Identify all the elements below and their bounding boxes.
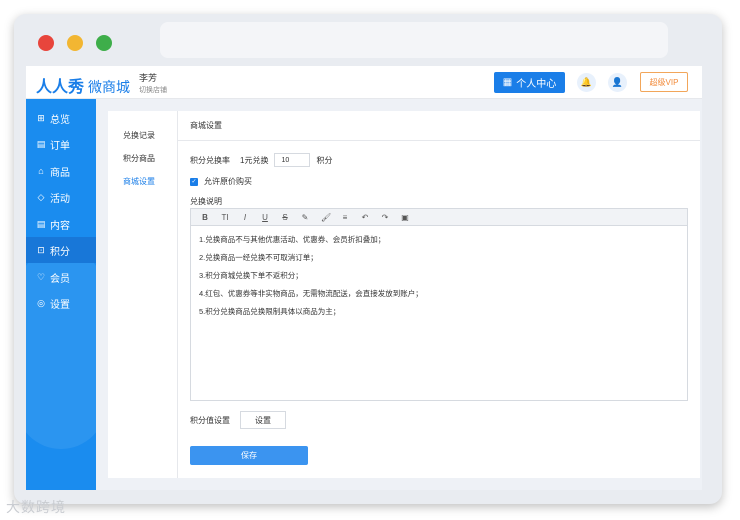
switch-store-link[interactable]: 切换店铺: [139, 85, 167, 95]
allow-original-price-row[interactable]: ✓ 允许原价购买: [190, 176, 252, 187]
top-bar: 人人秀 微商城 李芳 切换店铺 ▦ 个人中心 🔔 👤 超级VIP: [26, 66, 702, 99]
address-bar[interactable]: [160, 22, 668, 58]
title-bar: [14, 14, 722, 64]
sub-navigation: 兑换记录 积分商品 商城设置: [108, 111, 178, 478]
description-line: 5.积分兑换商品兑换限制具体以商品为主；: [199, 307, 341, 316]
sidebar-item-label: 内容: [50, 220, 70, 232]
personal-center-button[interactable]: ▦ 个人中心: [494, 72, 565, 93]
content-icon: ▤: [36, 218, 46, 229]
redo-icon[interactable]: ↷: [381, 213, 389, 222]
description-line: 4.红包、优惠券等非实物商品，无需物流配送，会直接发放到账户；: [199, 289, 423, 298]
points-icon: ⊡: [37, 244, 45, 255]
allow-original-price-label: 允许原价购买: [204, 177, 252, 186]
tag-icon: ◇: [37, 191, 45, 202]
sidebar-item-points[interactable]: ⊡ 积分: [26, 237, 96, 263]
user-info: 李芳 切换店铺: [139, 71, 167, 95]
sidebar-item-label: 订单: [50, 140, 70, 152]
minimize-window-button[interactable]: [67, 35, 83, 51]
divider: [178, 140, 700, 141]
highlight-icon[interactable]: ✎: [301, 213, 309, 222]
sidebar-item-orders[interactable]: ▤ 订单: [26, 131, 96, 157]
user-icon[interactable]: 👤: [608, 73, 627, 92]
points-value-label: 积分值设置: [190, 415, 230, 425]
close-window-button[interactable]: [38, 35, 54, 51]
italic-icon[interactable]: I: [241, 213, 249, 222]
exchange-rate-prefix: 1元兑换: [240, 155, 269, 165]
exchange-rate-label: 积分兑换率: [190, 155, 230, 165]
undo-icon[interactable]: ↶: [361, 213, 369, 222]
logo: 人人秀 微商城: [36, 73, 130, 97]
description-line: 1.兑换商品不与其他优惠活动、优惠券、会员折扣叠加；: [199, 235, 386, 244]
editor-body[interactable]: 1.兑换商品不与其他优惠活动、优惠券、会员折扣叠加； 2.兑换商品一经兑换不可取…: [199, 231, 423, 321]
sidebar-item-activities[interactable]: ◇ 活动: [26, 184, 96, 210]
sidebar-item-label: 设置: [50, 299, 70, 311]
exchange-rate-row: 积分兑换率 1元兑换 10 积分: [190, 153, 332, 167]
main-content: 兑换记录 积分商品 商城设置 商城设置 积分兑换率 1元兑换 10 积分 ✓ 允…: [96, 99, 702, 490]
font-size-icon[interactable]: TI: [221, 213, 229, 222]
sidebar-item-settings[interactable]: ◎ 设置: [26, 290, 96, 316]
store-icon: ▦: [502, 77, 513, 88]
brush-icon[interactable]: 🖌: [321, 213, 331, 222]
description-line: 2.兑换商品一经兑换不可取消订单；: [199, 253, 318, 262]
vip-button[interactable]: 超级VIP: [640, 72, 688, 92]
bell-icon[interactable]: 🔔: [577, 73, 596, 92]
sidebar-item-products[interactable]: ⌂ 商品: [26, 158, 96, 184]
exchange-rate-unit: 积分: [316, 155, 333, 165]
align-icon[interactable]: ≡: [341, 213, 349, 222]
bag-icon: ⌂: [38, 166, 44, 176]
user-name: 李芳: [139, 73, 158, 83]
sidebar-item-label: 积分: [50, 246, 70, 258]
points-value-set-button[interactable]: 设置: [240, 411, 286, 429]
sidebar-item-content[interactable]: ▤ 内容: [26, 211, 96, 237]
logo-text: 人人秀: [36, 79, 85, 96]
order-icon: ▤: [36, 138, 46, 149]
sidebar-item-label: 会员: [50, 273, 70, 285]
watermark: 大数跨境: [6, 499, 66, 515]
exchange-rate-input[interactable]: 10: [274, 153, 311, 167]
image-icon[interactable]: ▣: [401, 213, 409, 222]
sidebar: ⊞ 总览 ▤ 订单 ⌂ 商品 ◇ 活动 ▤ 内容 ⊡ 积分 ♡ 会员 ◎ 设置: [26, 99, 96, 490]
personal-center-label: 个人中心: [516, 79, 557, 90]
rich-text-editor[interactable]: B TI I U S ✎ 🖌 ≡ ↶ ↷ ▣ 1.兑换商品不与其他优惠活动、优惠…: [190, 208, 688, 401]
member-icon: ♡: [36, 271, 46, 282]
subnav-item-points-products[interactable]: 积分商品: [108, 153, 178, 164]
strikethrough-icon[interactable]: S: [281, 213, 289, 222]
description-label: 兑换说明: [190, 197, 222, 206]
bold-icon[interactable]: B: [201, 213, 209, 222]
sidebar-item-label: 商品: [50, 167, 70, 179]
browser-window: 人人秀 微商城 李芳 切换店铺 ▦ 个人中心 🔔 👤 超级VIP ⊞ 总览 ▤ 订单: [14, 14, 722, 504]
sidebar-item-label: 活动: [50, 193, 70, 205]
allow-original-price-checkbox[interactable]: ✓: [190, 177, 198, 186]
settings-icon: ◎: [37, 297, 45, 308]
sidebar-item-members[interactable]: ♡ 会员: [26, 264, 96, 290]
subnav-item-exchange-records[interactable]: 兑换记录: [108, 130, 178, 141]
app-container: 人人秀 微商城 李芳 切换店铺 ▦ 个人中心 🔔 👤 超级VIP ⊞ 总览 ▤ 订单: [26, 66, 702, 490]
editor-toolbar: B TI I U S ✎ 🖌 ≡ ↶ ↷ ▣: [191, 209, 687, 226]
points-value-row: 积分值设置 设置: [190, 411, 286, 429]
subnav-item-mall-settings[interactable]: 商城设置: [108, 176, 178, 187]
save-button[interactable]: 保存: [190, 446, 308, 465]
panel-title: 商城设置: [190, 121, 222, 130]
description-line: 3.积分商城兑换下单不返积分；: [199, 271, 303, 280]
logo-subtext: 微商城: [88, 79, 131, 95]
underline-icon[interactable]: U: [261, 213, 269, 222]
maximize-window-button[interactable]: [96, 35, 112, 51]
grid-icon: ⊞: [37, 112, 45, 123]
sidebar-item-label: 总览: [50, 114, 70, 126]
sidebar-item-overview[interactable]: ⊞ 总览: [26, 105, 96, 131]
settings-panel: 商城设置 积分兑换率 1元兑换 10 积分 ✓ 允许原价购买 兑换说明 B TI…: [178, 111, 700, 478]
